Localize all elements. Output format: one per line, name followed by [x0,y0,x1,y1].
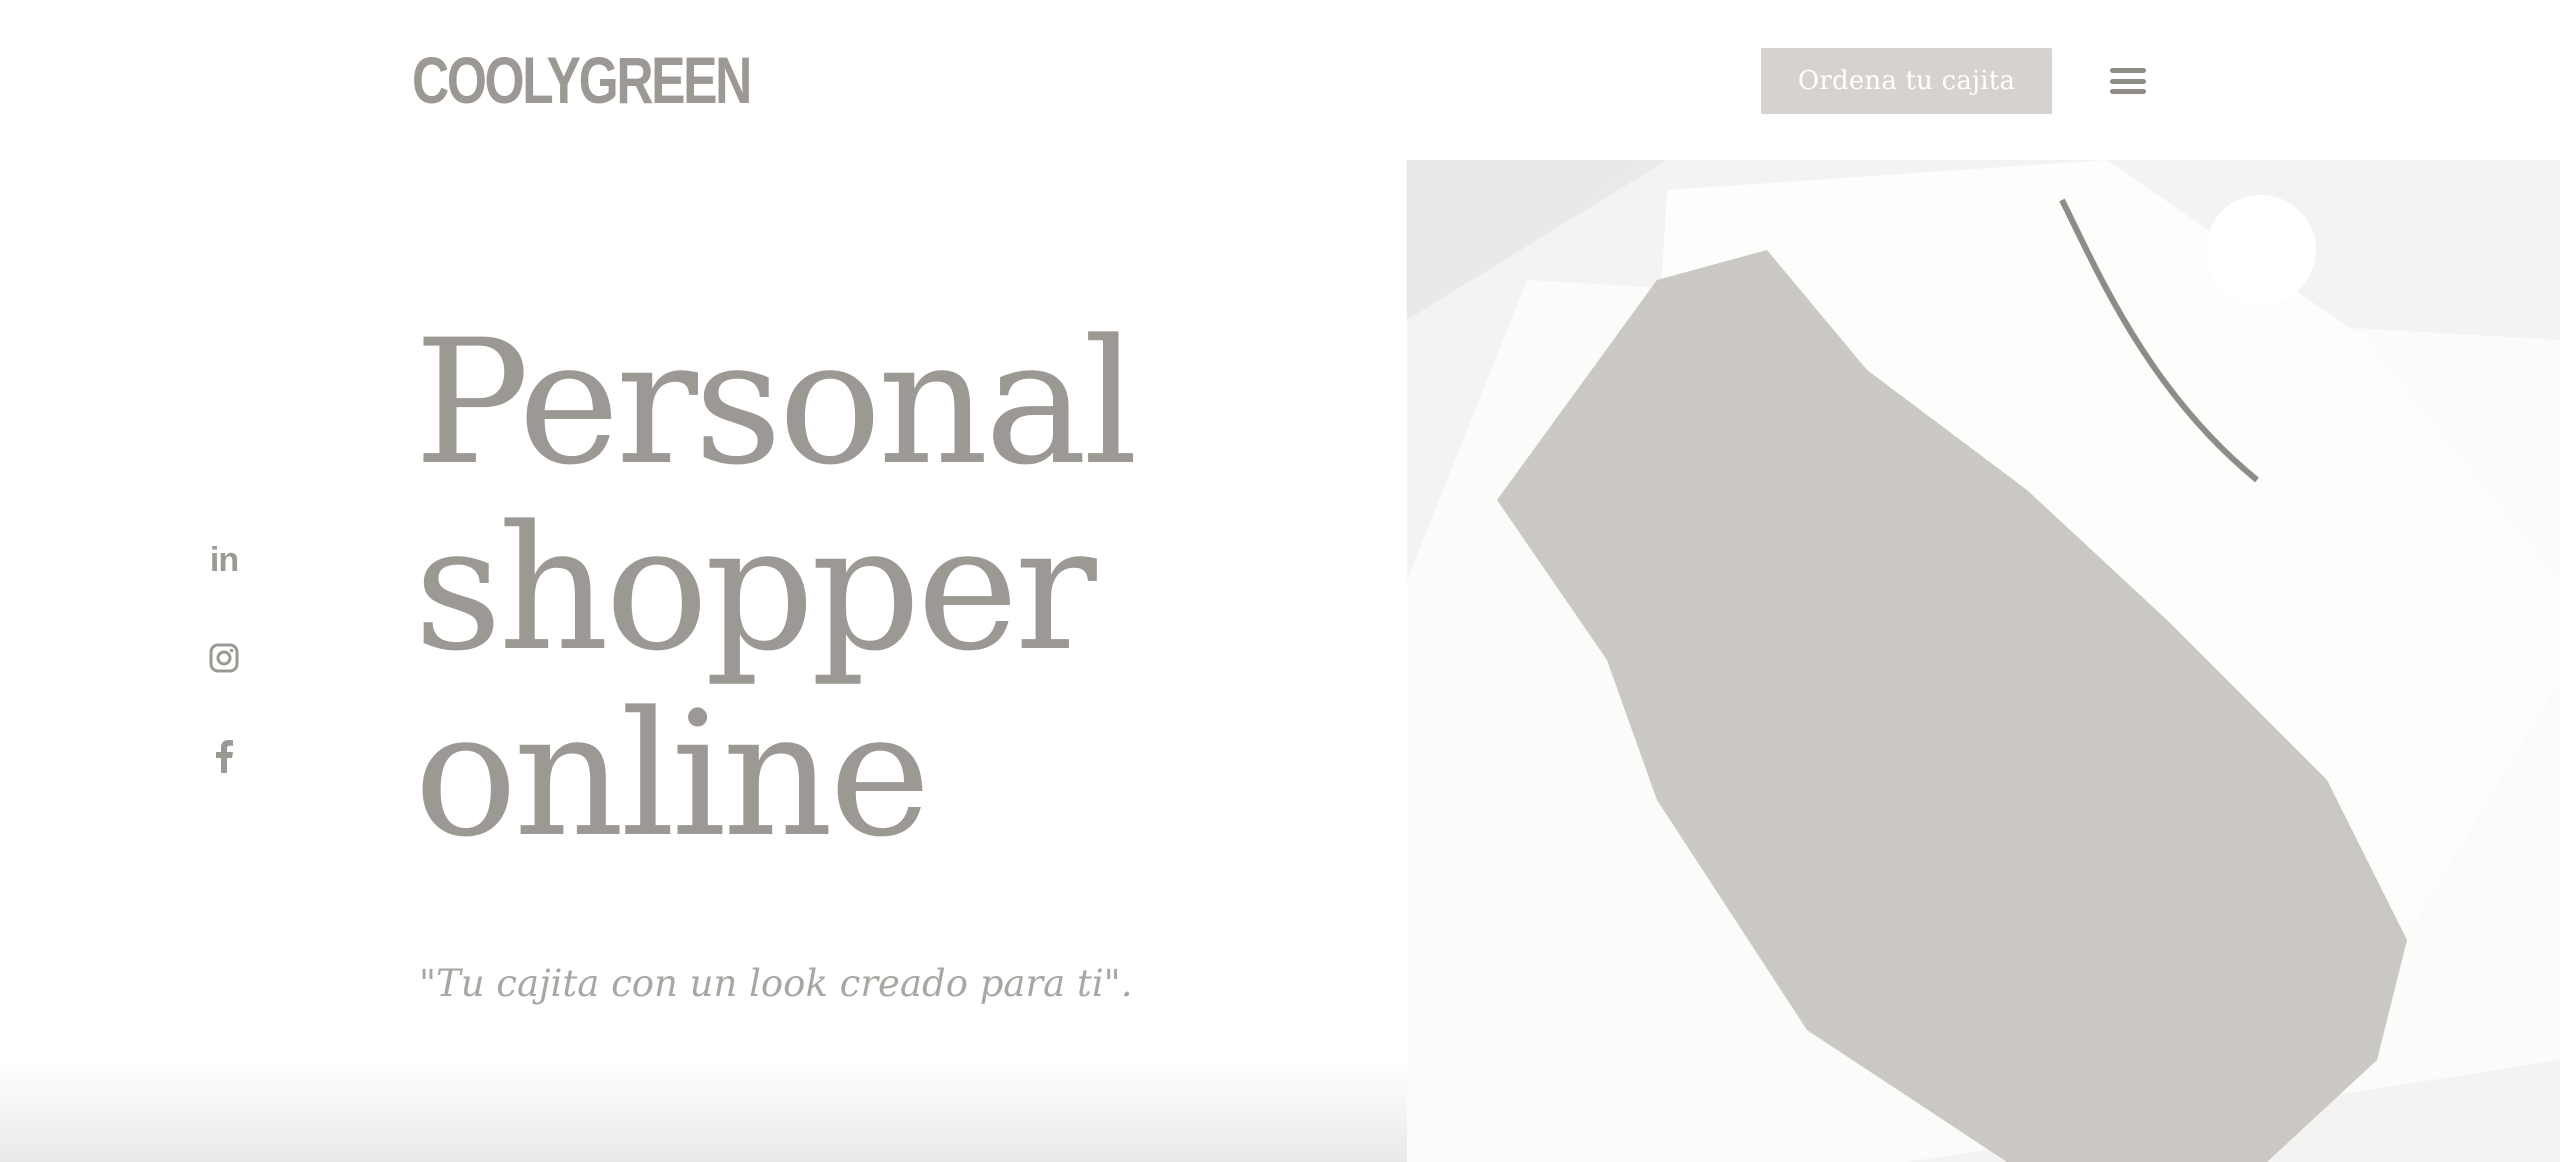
order-box-button[interactable]: Ordena tu cajita [1761,48,2052,114]
facebook-icon[interactable] [200,732,248,780]
hero-image [1407,160,2560,1162]
facebook-icon-glyph [216,740,233,773]
hero-title-line: online [414,674,931,875]
bottom-shadow [0,1062,1407,1162]
instagram-icon-glyph [209,643,239,673]
hero-title-line: shopper [414,488,1097,689]
sweater-photo [1407,160,2560,1162]
hamburger-menu-icon[interactable] [2108,64,2148,98]
linkedin-icon[interactable]: in [200,536,248,584]
linkedin-icon-glyph: in [209,540,239,579]
social-links: in [200,536,248,830]
site-header: COOLYGREEN Ordena tu cajita [0,0,2560,160]
hero-title-line: Personal [414,302,1138,503]
order-box-button-label: Ordena tu cajita [1797,66,2016,96]
menu-bar [2110,78,2146,84]
menu-bar [2110,68,2146,73]
menu-bar [2110,89,2146,94]
hero-title: Personal shopper online [414,310,1374,868]
logo[interactable]: COOLYGREEN [412,46,752,114]
hero-tagline: "Tu cajita con un look creado para ti". [419,962,1133,1005]
instagram-icon[interactable] [200,634,248,682]
